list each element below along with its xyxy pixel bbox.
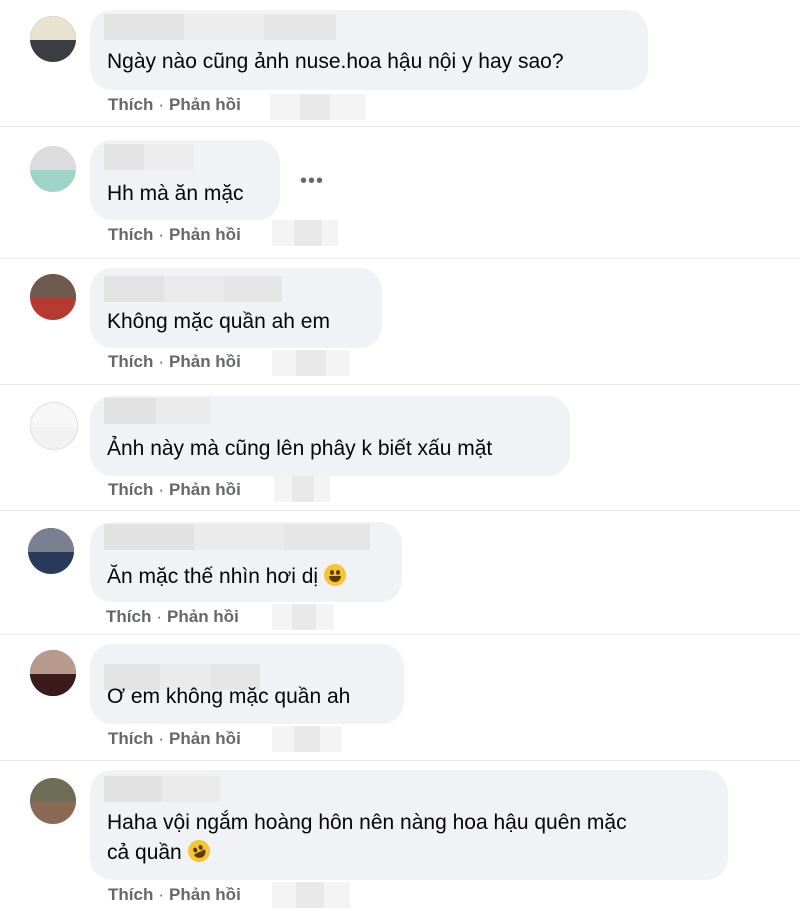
reply-link[interactable]: Phản hồi [169, 480, 241, 499]
separator: · [158, 352, 165, 371]
comment-text: Ngày nào cũng ảnh nuse.hoa hậu nội y hay… [107, 50, 564, 73]
divider [0, 126, 800, 127]
avatar[interactable] [28, 528, 74, 574]
comment-text: Ảnh này mà cũng lên phây k biết xấu mặt [107, 437, 493, 460]
author-name-redacted [104, 14, 336, 40]
comment-text-content: Ăn mặc thế nhìn hơi dị [107, 565, 319, 588]
comment-text: Không mặc quần ah em [107, 310, 330, 333]
comment-text: Hh mà ăn mặc [107, 182, 244, 205]
comment-bubble: Haha vội ngắm hoàng hôn nên nàng hoa hậu… [90, 770, 728, 880]
comment-actions: Thích · Phản hồi [108, 728, 241, 750]
like-link[interactable]: Thích [108, 885, 153, 904]
author-name-redacted [104, 776, 220, 802]
comment-bubble: Hh mà ăn mặc [90, 140, 280, 220]
timestamp-redacted [272, 220, 338, 246]
divider [0, 384, 800, 385]
comment-actions: Thích · Phản hồi [108, 224, 241, 246]
like-link[interactable]: Thích [108, 225, 153, 244]
comment-actions: Thích · Phản hồi [106, 606, 239, 628]
comment-text-line-2: cả quần [107, 836, 214, 868]
separator: · [158, 225, 165, 244]
timestamp-redacted [272, 350, 350, 376]
author-name-redacted [104, 276, 282, 302]
comment-actions: Thích · Phản hồi [108, 94, 241, 116]
comment-text: Ơ em không mặc quần ah [107, 685, 351, 708]
comment-actions: Thích · Phản hồi [108, 884, 241, 906]
reply-link[interactable]: Phản hồi [167, 607, 239, 626]
comment-bubble: Ngày nào cũng ảnh nuse.hoa hậu nội y hay… [90, 10, 648, 90]
author-name-redacted [104, 144, 212, 170]
comment-bubble: Không mặc quần ah em [90, 268, 382, 348]
comment-bubble: Ăn mặc thế nhìn hơi dị [90, 522, 402, 602]
comment-actions: Thích · Phản hồi [108, 479, 241, 501]
reply-link[interactable]: Phản hồi [169, 885, 241, 904]
avatar[interactable] [30, 650, 76, 696]
reply-link[interactable]: Phản hồi [169, 225, 241, 244]
like-link[interactable]: Thích [106, 607, 151, 626]
divider [0, 760, 800, 761]
timestamp-redacted [270, 94, 366, 120]
reply-link[interactable]: Phản hồi [169, 95, 241, 114]
divider [0, 258, 800, 259]
author-name-redacted [104, 398, 210, 424]
separator: · [158, 480, 165, 499]
comment-actions: Thích · Phản hồi [108, 351, 241, 373]
timestamp-redacted [272, 726, 342, 752]
like-link[interactable]: Thích [108, 95, 153, 114]
timestamp-redacted [272, 604, 334, 630]
avatar[interactable] [30, 274, 76, 320]
more-options-icon[interactable]: ••• [300, 171, 324, 191]
like-link[interactable]: Thích [108, 352, 153, 371]
avatar[interactable] [30, 16, 76, 62]
avatar[interactable] [30, 146, 76, 192]
avatar[interactable] [30, 778, 76, 824]
divider [0, 634, 800, 635]
divider [0, 510, 800, 511]
separator: · [156, 607, 163, 626]
separator: · [158, 885, 165, 904]
timestamp-redacted [272, 882, 350, 908]
timestamp-redacted [274, 476, 330, 502]
like-link[interactable]: Thích [108, 480, 153, 499]
separator: · [158, 95, 165, 114]
avatar[interactable] [30, 402, 78, 450]
rofl-emoji-icon [184, 836, 214, 866]
comment-text-content: cả quần [107, 841, 182, 864]
reply-link[interactable]: Phản hồi [169, 729, 241, 748]
comment-bubble: Ảnh này mà cũng lên phây k biết xấu mặt [90, 396, 570, 476]
grinning-emoji-icon [324, 564, 347, 586]
comment-bubble: Ơ em không mặc quần ah [90, 644, 404, 724]
comment-text-line-1: Haha vội ngắm hoàng hôn nên nàng hoa hậu… [107, 811, 627, 834]
separator: · [158, 729, 165, 748]
author-name-redacted [104, 524, 370, 550]
reply-link[interactable]: Phản hồi [169, 352, 241, 371]
comment-text: Ăn mặc thế nhìn hơi dị [107, 562, 347, 592]
like-link[interactable]: Thích [108, 729, 153, 748]
